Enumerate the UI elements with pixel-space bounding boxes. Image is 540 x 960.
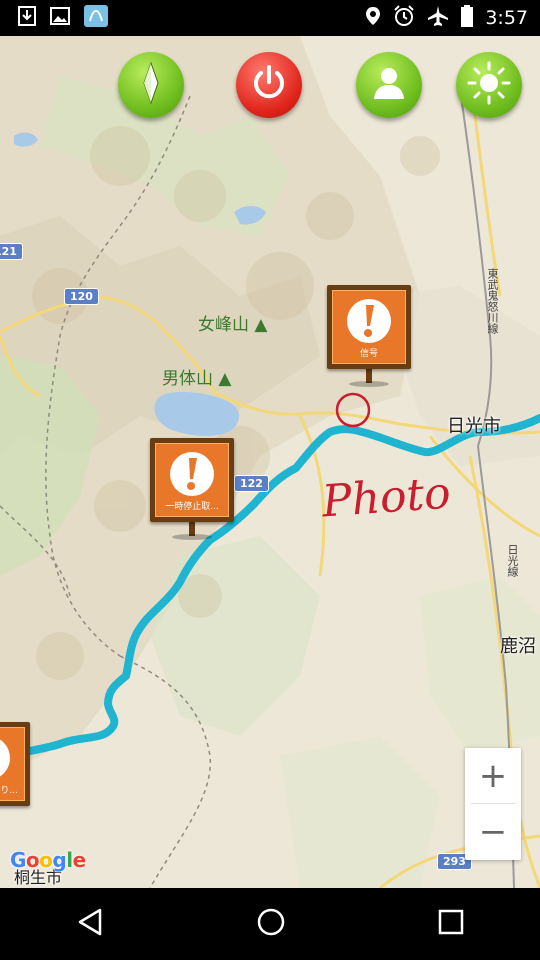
marker-board: 一時停止取... — [150, 438, 234, 522]
exclamation-icon — [347, 299, 391, 343]
stop-marker[interactable]: 一時停止取... — [150, 438, 234, 540]
home-icon[interactable] — [256, 907, 286, 941]
marker-caption: 一時停止取... — [165, 502, 219, 512]
sun-icon — [467, 61, 511, 109]
edge-marker[interactable]: り... — [0, 722, 30, 806]
clock-time: 3:57 — [485, 7, 528, 29]
marker-caption: 信号 — [359, 349, 378, 359]
app-icon — [84, 5, 108, 31]
exclamation-icon — [170, 452, 214, 496]
airplane-mode-icon — [427, 5, 449, 31]
map-label-nantai: 男体山 ▲ — [162, 369, 232, 389]
alarm-icon — [393, 5, 415, 31]
map-label-nikko-line: 日光線 — [506, 544, 519, 577]
signal-marker[interactable]: 信号 — [327, 285, 411, 387]
recents-icon[interactable] — [438, 909, 464, 939]
zoom-in-button[interactable]: + — [465, 748, 521, 803]
map-label-nyoho: 女峰山 ▲ — [198, 315, 268, 335]
zoom-out-button[interactable]: − — [465, 804, 521, 859]
exclamation-icon — [0, 736, 10, 780]
map-label-nikko: 日光市 — [447, 416, 501, 437]
compass-icon — [136, 61, 166, 109]
location-icon — [365, 6, 381, 30]
route-shield-121: 121 — [0, 243, 23, 260]
image-icon — [50, 7, 70, 29]
marker-caption: り... — [0, 786, 18, 796]
map-view[interactable]: 女峰山 ▲ 男体山 ▲ 日光市 鹿沼 桐生市 東武鬼怒川線 日光線 120 12… — [0, 36, 540, 888]
marker-board: り... — [0, 722, 30, 806]
map-terrain — [0, 36, 540, 888]
compass-button[interactable] — [118, 52, 184, 118]
photo-annotation: Photo — [320, 467, 453, 528]
brightness-button[interactable] — [456, 52, 522, 118]
power-icon — [250, 64, 288, 106]
power-button[interactable] — [236, 52, 302, 118]
profile-button[interactable] — [356, 52, 422, 118]
battery-icon — [461, 5, 474, 31]
person-icon — [371, 65, 407, 105]
zoom-control: + − — [465, 748, 521, 860]
marker-shadow — [172, 534, 212, 540]
back-icon[interactable] — [76, 907, 104, 941]
download-icon — [18, 6, 36, 30]
google-logo: Google — [10, 848, 86, 872]
route-shield-122: 122 — [234, 475, 269, 492]
route-shield-120: 120 — [64, 288, 99, 305]
map-label-tobu-line: 東武鬼怒川線 — [486, 268, 499, 334]
map-label-kanuma: 鹿沼 — [500, 636, 536, 657]
navigation-bar — [0, 888, 540, 960]
marker-board: 信号 — [327, 285, 411, 369]
marker-shadow — [349, 381, 389, 387]
status-bar: 3:57 — [0, 0, 540, 36]
